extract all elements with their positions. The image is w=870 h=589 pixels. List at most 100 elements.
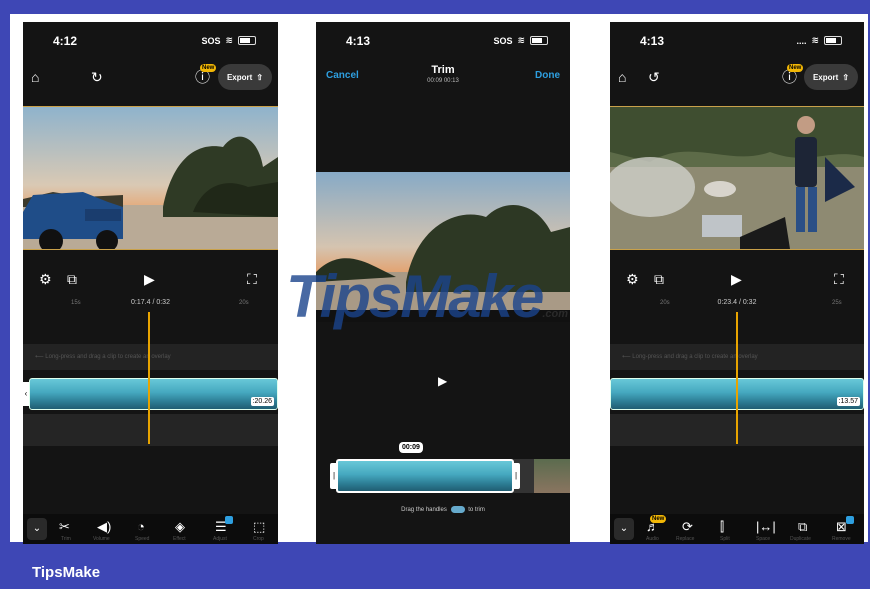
home-icon[interactable]: ⌂ bbox=[31, 70, 39, 84]
trim-instruction: Drag the handles to trim bbox=[316, 506, 570, 513]
wifi-icon: ≋ bbox=[225, 35, 233, 45]
trim-handle-left[interactable]: ‹ bbox=[23, 382, 29, 406]
toolbar-label: Effect bbox=[173, 536, 186, 542]
export-label: Export bbox=[812, 72, 839, 82]
ruler-mark: 15s bbox=[71, 300, 81, 306]
copy-icon[interactable]: ⧉ bbox=[67, 272, 77, 286]
collapse-toolbar-button[interactable]: ⌄ bbox=[27, 518, 47, 540]
upload-icon: ⇧ bbox=[842, 72, 850, 82]
toolbar-label: Split bbox=[720, 536, 730, 542]
split-icon[interactable]: ⫿ bbox=[720, 520, 724, 533]
toolbar-label: Space bbox=[756, 536, 771, 542]
empty-track-lane bbox=[23, 414, 278, 446]
status-time: 4:13 bbox=[640, 34, 665, 48]
battery-icon bbox=[824, 36, 842, 45]
status-signal: SOS ≋ bbox=[493, 35, 548, 46]
new-badge: New bbox=[650, 515, 667, 523]
watermark-logo: TipsMake.com bbox=[286, 262, 568, 331]
trim-handle-left[interactable]: | bbox=[330, 463, 338, 489]
player-controls: ⚙ ⧉ ▶ ⛶ bbox=[610, 270, 864, 290]
battery-icon bbox=[530, 36, 548, 45]
sos-label: SOS bbox=[493, 35, 513, 46]
video-preview[interactable] bbox=[610, 106, 864, 250]
editor-toolbar: ⌄ ♬ New Audio ⟳ Replace ⫿ Split |↔| Spac… bbox=[610, 514, 864, 544]
wifi-icon: ≋ bbox=[517, 35, 525, 45]
crop-icon[interactable]: ⬚ bbox=[253, 520, 265, 533]
trim-icon[interactable]: ✂ bbox=[59, 520, 70, 533]
watermark-suffix: .com bbox=[542, 308, 569, 320]
play-icon[interactable]: ▶ bbox=[731, 272, 742, 286]
signal-dots: .... bbox=[796, 35, 807, 46]
replace-icon[interactable]: ⟳ bbox=[682, 520, 693, 533]
duplicate-icon[interactable]: ⧉ bbox=[798, 520, 807, 533]
redo-icon[interactable]: ↻ bbox=[91, 70, 103, 84]
playhead[interactable] bbox=[736, 312, 738, 444]
timeline-ruler: 20s 0:23.4 / 0:32 25s bbox=[610, 298, 864, 312]
effect-icon[interactable]: ◈ bbox=[175, 520, 185, 533]
fullscreen-icon[interactable]: ⛶ bbox=[247, 272, 257, 286]
collapse-toolbar-button[interactable]: ⌄ bbox=[614, 518, 634, 540]
upload-icon: ⇧ bbox=[256, 72, 264, 82]
trim-hint-after: to trim bbox=[468, 507, 485, 514]
play-icon[interactable]: ▶ bbox=[144, 272, 155, 286]
fullscreen-icon[interactable]: ⛶ bbox=[834, 272, 844, 286]
playhead[interactable] bbox=[148, 312, 150, 444]
selection-time-label: 00:09 bbox=[399, 442, 423, 453]
status-time: 4:12 bbox=[53, 34, 78, 48]
clip-duration: :13.57 bbox=[836, 397, 860, 406]
sos-label: SOS bbox=[201, 35, 221, 46]
toolbar-label: Volume bbox=[93, 536, 110, 542]
playback-timestamp: 0:23.4 / 0:32 bbox=[717, 299, 757, 306]
toolbar-label: Remove bbox=[832, 536, 851, 542]
adjust-indicator bbox=[225, 516, 233, 524]
trim-filmstrip: | | bbox=[330, 459, 570, 493]
remove-indicator bbox=[846, 516, 854, 524]
volume-icon[interactable]: ◀) bbox=[97, 520, 111, 533]
overlay-hint: ⟵ Long-press and drag a clip to create a… bbox=[23, 344, 278, 370]
footer-brand: TipsMake bbox=[32, 564, 101, 581]
wifi-icon: ≋ bbox=[811, 35, 819, 45]
ruler-mark: 20s bbox=[239, 300, 249, 306]
trim-handle-right[interactable]: | bbox=[512, 463, 520, 489]
campsite-scene-image bbox=[610, 107, 864, 249]
editor-toolbar: ⌄ ✂ Trim ◀) Volume ◔ Speed ◈ Effect ☰ Ad… bbox=[23, 514, 278, 544]
export-button[interactable]: Export ⇧ bbox=[804, 64, 858, 90]
toolbar-label: Audio bbox=[646, 536, 659, 542]
editor-header: ⌂ ↺ ⓘ New Export ⇧ bbox=[610, 64, 864, 92]
battery-icon bbox=[238, 36, 256, 45]
video-preview[interactable] bbox=[23, 106, 278, 253]
trim-range-times: 00:09 00:13 bbox=[427, 78, 459, 84]
settings-icon[interactable]: ⚙ bbox=[39, 272, 52, 286]
status-signal: .... ≋ bbox=[796, 35, 842, 46]
play-icon[interactable]: ▶ bbox=[438, 375, 447, 387]
space-icon[interactable]: |↔| bbox=[756, 520, 776, 533]
status-bar: 4:12 SOS ≋ bbox=[23, 34, 278, 50]
trim-hint-before: Drag the handles bbox=[401, 507, 447, 514]
editor-header: ⌂ ↻ ⓘ New Export ⇧ bbox=[23, 64, 278, 92]
phone-screen-editor-1: 4:12 SOS ≋ ⌂ ↻ ⓘ New Export ⇧ ⚙ ⧉ ▶ ⛶ 15… bbox=[23, 22, 278, 544]
new-badge: New bbox=[787, 64, 804, 72]
next-clip-thumbnail bbox=[534, 459, 570, 493]
video-clip-track[interactable]: :20.26 bbox=[29, 378, 278, 410]
sunset-scene-image bbox=[23, 107, 278, 253]
watermark-text: TipsMake bbox=[286, 263, 544, 330]
playback-timestamp: 0:17.4 / 0:32 bbox=[131, 299, 170, 306]
home-icon[interactable]: ⌂ bbox=[618, 70, 626, 84]
undo-icon[interactable]: ↺ bbox=[648, 70, 660, 84]
phone-screen-editor-2: 4:13 .... ≋ ⌂ ↺ ⓘ New Export ⇧ ⚙ ⧉ ▶ ⛶ 2… bbox=[610, 22, 864, 544]
status-bar: 4:13 .... ≋ bbox=[610, 34, 864, 50]
help-icon[interactable]: ⓘ bbox=[782, 70, 797, 85]
export-button[interactable]: Export ⇧ bbox=[218, 64, 272, 90]
settings-icon[interactable]: ⚙ bbox=[626, 272, 639, 286]
toolbar-label: Replace bbox=[676, 536, 695, 542]
trim-header: Cancel Trim 00:09 00:13 Done bbox=[316, 64, 570, 94]
status-signal: SOS ≋ bbox=[201, 35, 256, 46]
toolbar-label: Duplicate bbox=[790, 536, 811, 542]
done-button[interactable]: Done bbox=[535, 70, 560, 81]
copy-icon[interactable]: ⧉ bbox=[654, 272, 664, 286]
help-icon[interactable]: ⓘ bbox=[195, 70, 210, 85]
ruler-mark: 25s bbox=[832, 300, 842, 306]
toolbar-label: Adjust bbox=[213, 536, 227, 542]
speed-icon[interactable]: ◔ bbox=[137, 520, 145, 533]
trim-selection[interactable] bbox=[336, 459, 514, 493]
